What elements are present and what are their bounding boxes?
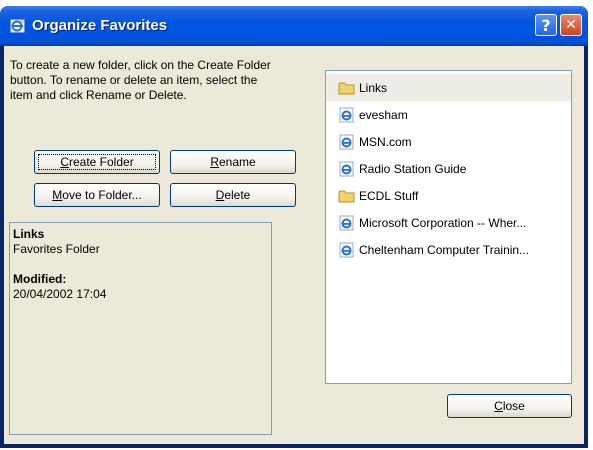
ie-page-icon [339, 242, 354, 257]
delete-label: elete [224, 188, 251, 202]
favorites-item-label: Links [359, 80, 388, 95]
move-to-folder-button[interactable]: Move to Folder... [34, 183, 160, 207]
favorites-item-label: Cheltenham Computer Trainin... [359, 242, 530, 257]
create-folder-mnemonic: C [60, 155, 69, 169]
instructions-text: To create a new folder, click on the Cre… [10, 58, 271, 102]
favorites-item-label: Radio Station Guide [359, 161, 467, 176]
item-info-panel: Links Favorites Folder Modified: 20/04/2… [9, 222, 272, 435]
delete-button[interactable]: Delete [170, 183, 296, 207]
move-to-folder-mnemonic: M [52, 188, 63, 202]
close-mnemonic: C [494, 399, 503, 413]
info-item-name: Links [13, 227, 45, 241]
title-bar[interactable]: Organize Favorites ? ✕ [0, 6, 588, 46]
favorites-item-label: MSN.com [359, 134, 412, 149]
window-title: Organize Favorites [32, 17, 168, 34]
close-button[interactable]: Close [447, 394, 572, 418]
info-modified-value: 20/04/2002 17:04 [13, 287, 107, 301]
favorites-list-item[interactable]: Links [326, 74, 571, 101]
favorites-list-item[interactable]: evesham [326, 101, 571, 128]
create-folder-label: reate Folder [68, 155, 134, 169]
move-to-folder-label: ove to Folder... [62, 188, 142, 202]
favorites-list-item[interactable]: Radio Station Guide [326, 155, 571, 182]
favorites-list-item[interactable]: ECDL Stuff [326, 182, 571, 209]
help-button[interactable]: ? [535, 14, 557, 36]
delete-mnemonic: D [215, 188, 225, 202]
rename-mnemonic: R [210, 155, 219, 169]
close-label: lose [502, 399, 525, 413]
favorites-app-icon [10, 19, 25, 33]
rename-label: ename [218, 155, 256, 169]
favorites-item-label: Microsoft Corporation -- Wher... [359, 215, 527, 230]
close-icon: ✕ [565, 17, 577, 33]
favorites-list-item[interactable]: Microsoft Corporation -- Wher... [326, 209, 571, 236]
ie-page-icon [339, 134, 354, 149]
folder-icon [338, 190, 355, 202]
info-item-type: Favorites Folder [13, 242, 100, 256]
organize-favorites-window: Organize Favorites ? ✕ To create a new f… [0, 6, 588, 448]
rename-button[interactable]: Rename [170, 150, 296, 174]
ie-page-icon [339, 107, 354, 122]
favorites-item-label: evesham [359, 107, 408, 122]
folder-icon [338, 82, 355, 94]
favorites-list[interactable]: Links evesham MSN.com Radio Station Guid… [325, 70, 572, 384]
help-icon: ? [541, 15, 551, 35]
info-modified-label: Modified: [13, 272, 67, 286]
dialog-body: To create a new folder, click on the Cre… [4, 46, 584, 444]
favorites-list-item[interactable]: MSN.com [326, 128, 571, 155]
favorites-list-item[interactable]: Cheltenham Computer Trainin... [326, 236, 571, 263]
ie-page-icon [339, 161, 354, 176]
favorites-item-label: ECDL Stuff [359, 188, 419, 203]
close-window-button[interactable]: ✕ [560, 14, 582, 36]
create-folder-button[interactable]: Create Folder [34, 150, 160, 174]
ie-page-icon [339, 215, 354, 230]
